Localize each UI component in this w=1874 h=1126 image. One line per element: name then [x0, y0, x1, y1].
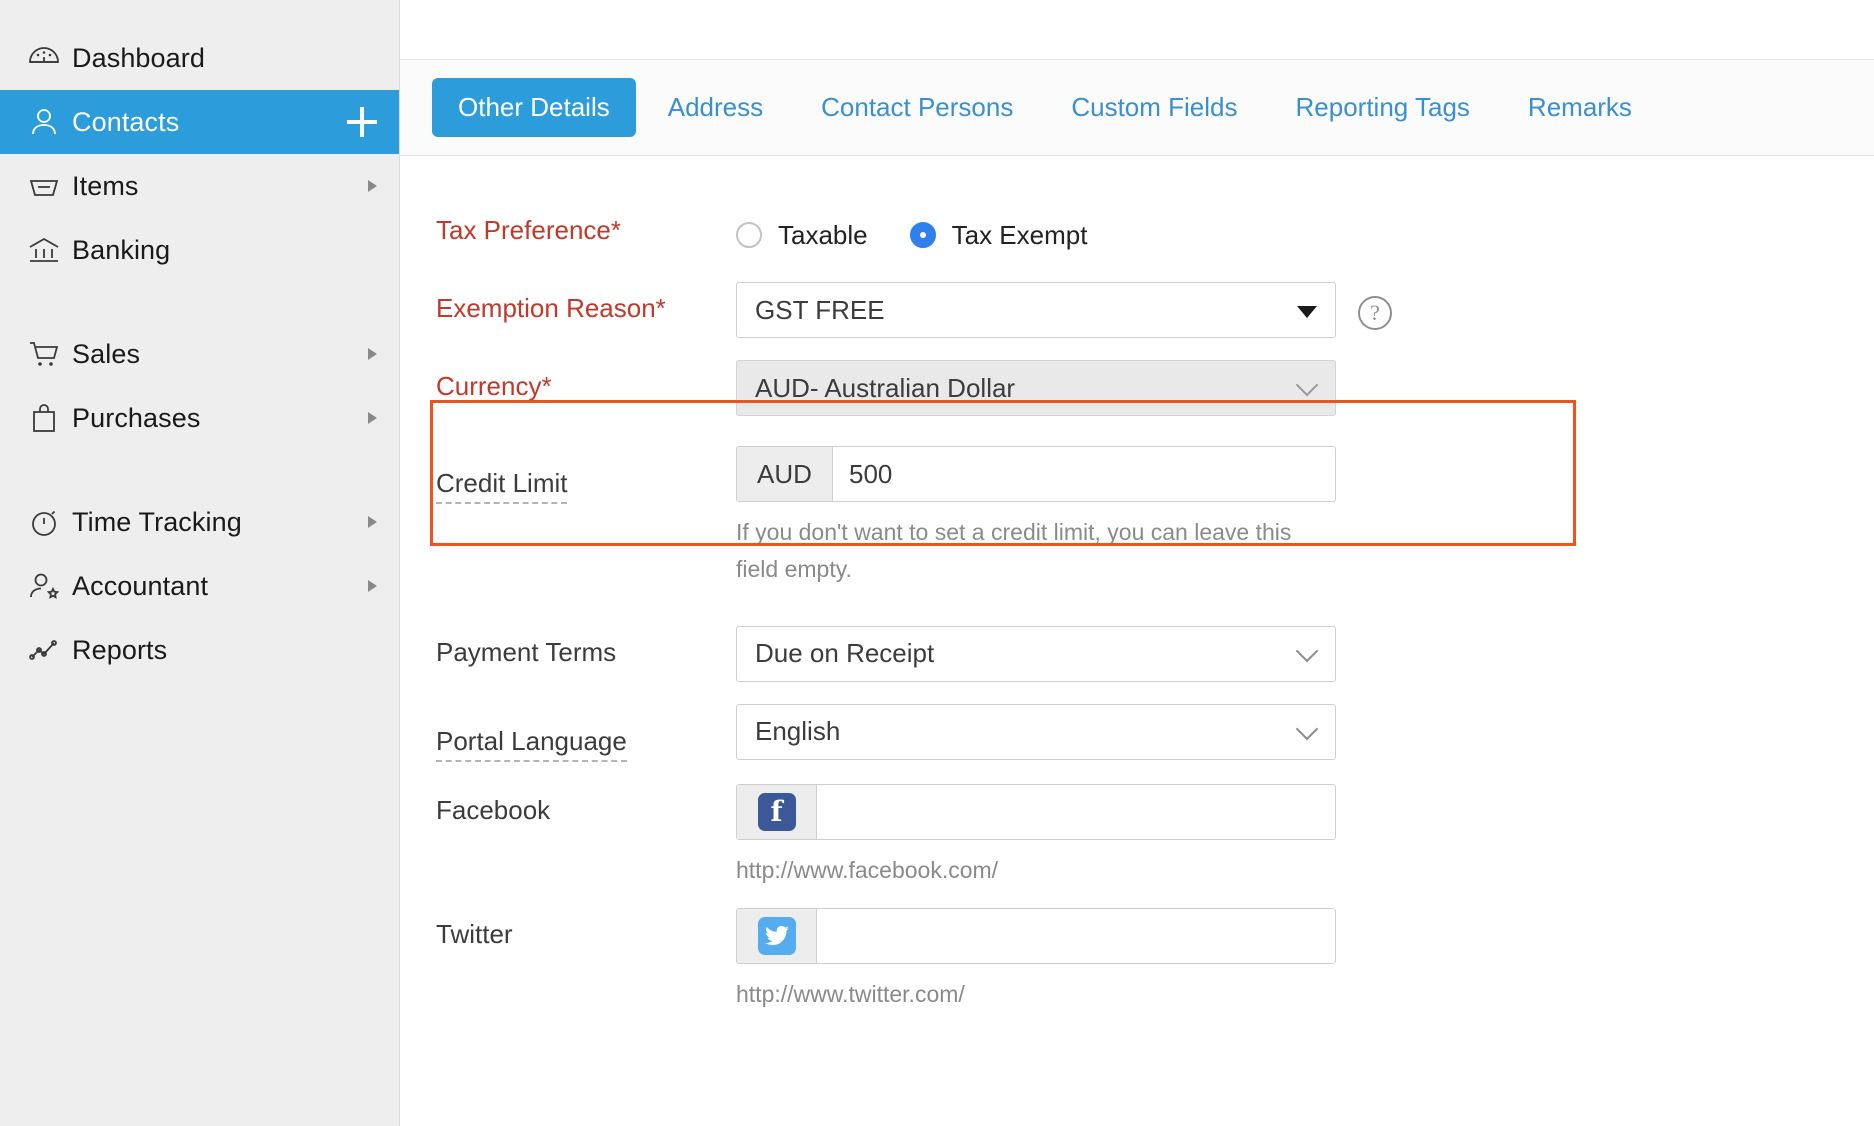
chevron-down-icon: [1296, 639, 1319, 662]
tab-remarks[interactable]: Remarks: [1502, 78, 1658, 137]
radio-taxable-label: Taxable: [778, 220, 868, 251]
sidebar-item-accountant[interactable]: Accountant: [0, 554, 399, 618]
payment-terms-select[interactable]: Due on Receipt: [736, 626, 1336, 682]
portal-language-label-wrap: Portal Language: [436, 704, 736, 762]
tab-address[interactable]: Address: [642, 78, 789, 137]
field-row-twitter: Twitter http://www.twitter.com/: [400, 908, 1874, 1013]
sidebar-item-label: Reports: [72, 635, 167, 666]
tab-reporting-tags[interactable]: Reporting Tags: [1270, 78, 1496, 137]
tab-contact-persons[interactable]: Contact Persons: [795, 78, 1039, 137]
facebook-icon: f: [758, 793, 796, 831]
sidebar-item-items[interactable]: Items: [0, 154, 399, 218]
credit-limit-currency-addon: AUD: [737, 447, 833, 501]
sidebar-divider: [0, 450, 399, 490]
sidebar: Dashboard Contacts Items: [0, 0, 400, 1126]
currency-label: Currency*: [436, 360, 736, 402]
app-root: Dashboard Contacts Items: [0, 0, 1874, 1126]
field-row-facebook: Facebook f http://www.facebook.com/: [400, 784, 1874, 889]
portal-language-label: Portal Language: [436, 715, 627, 762]
tab-custom-fields[interactable]: Custom Fields: [1045, 78, 1263, 137]
sidebar-item-contacts[interactable]: Contacts: [0, 90, 399, 154]
sidebar-item-sales[interactable]: Sales: [0, 322, 399, 386]
sidebar-item-dashboard[interactable]: Dashboard: [0, 26, 399, 90]
twitter-addon: [737, 909, 817, 963]
facebook-input[interactable]: [817, 785, 1335, 839]
chevron-right-icon: [368, 180, 377, 192]
sidebar-item-purchases[interactable]: Purchases: [0, 386, 399, 450]
sidebar-divider: [0, 282, 399, 322]
exemption-reason-select[interactable]: GST FREE: [736, 282, 1336, 338]
credit-limit-label-wrap: Credit Limit: [436, 446, 736, 504]
field-row-currency: Currency* AUD- Australian Dollar: [400, 360, 1874, 416]
currency-select: AUD- Australian Dollar: [736, 360, 1336, 416]
payment-terms-label: Payment Terms: [436, 626, 736, 668]
radio-tax-exempt-label: Tax Exempt: [952, 220, 1088, 251]
tax-preference-label: Tax Preference*: [436, 204, 736, 246]
chevron-down-icon: [1296, 717, 1319, 740]
credit-limit-input[interactable]: [833, 447, 1335, 501]
accountant-icon: [26, 568, 72, 604]
exemption-reason-label: Exemption Reason*: [436, 282, 736, 324]
header-strip: [400, 0, 1874, 60]
twitter-icon: [758, 917, 796, 955]
tab-other-details[interactable]: Other Details: [432, 78, 636, 137]
sidebar-item-label: Banking: [72, 235, 170, 266]
sidebar-item-time-tracking[interactable]: Time Tracking: [0, 490, 399, 554]
field-row-exemption-reason: Exemption Reason* GST FREE ?: [400, 282, 1874, 338]
items-basket-icon: [26, 168, 72, 204]
sidebar-item-label: Sales: [72, 339, 140, 370]
radio-taxable[interactable]: [736, 222, 762, 248]
chevron-right-icon: [368, 348, 377, 360]
portal-language-select[interactable]: English: [736, 704, 1336, 760]
sidebar-item-banking[interactable]: Banking: [0, 218, 399, 282]
credit-limit-label: Credit Limit: [436, 457, 567, 504]
tab-bar: Other Details Address Contact Persons Cu…: [400, 60, 1874, 156]
sidebar-item-label: Items: [72, 171, 139, 202]
sidebar-item-label: Accountant: [72, 571, 208, 602]
field-row-portal-language: Portal Language English: [400, 704, 1874, 762]
sidebar-item-label: Contacts: [72, 107, 179, 138]
twitter-hint: http://www.twitter.com/: [736, 976, 1336, 1013]
chevron-down-icon: [1296, 374, 1319, 397]
reports-chart-icon: [26, 632, 72, 668]
sidebar-item-label: Purchases: [72, 403, 200, 434]
facebook-hint: http://www.facebook.com/: [736, 852, 1336, 889]
sidebar-item-label: Dashboard: [72, 43, 205, 74]
portal-language-value: English: [755, 716, 840, 747]
timer-icon: [26, 504, 72, 540]
bag-icon: [26, 400, 72, 436]
field-row-tax-preference: Tax Preference* Taxable Tax Exempt: [400, 204, 1874, 260]
sidebar-item-label: Time Tracking: [72, 507, 242, 538]
cart-icon: [26, 336, 72, 372]
chevron-right-icon: [368, 516, 377, 528]
dashboard-icon: [26, 40, 72, 76]
twitter-label: Twitter: [436, 908, 736, 950]
currency-value: AUD- Australian Dollar: [755, 373, 1015, 404]
twitter-input[interactable]: [817, 909, 1335, 963]
credit-limit-input-group[interactable]: AUD: [736, 446, 1336, 502]
field-row-payment-terms: Payment Terms Due on Receipt: [400, 626, 1874, 682]
bank-icon: [26, 232, 72, 268]
chevron-down-icon: [1297, 306, 1317, 318]
twitter-input-group[interactable]: [736, 908, 1336, 964]
facebook-input-group[interactable]: f: [736, 784, 1336, 840]
contacts-icon: [26, 104, 72, 140]
chevron-right-icon: [368, 412, 377, 424]
exemption-reason-value: GST FREE: [755, 295, 885, 326]
exemption-reason-help-icon[interactable]: ?: [1358, 296, 1392, 330]
add-contact-icon[interactable]: [347, 107, 377, 137]
tax-preference-radio-group: Taxable Tax Exempt: [736, 204, 1336, 260]
field-row-credit-limit: Credit Limit AUD If you don't want to se…: [400, 446, 1874, 588]
chevron-right-icon: [368, 580, 377, 592]
credit-limit-hint: If you don't want to set a credit limit,…: [736, 514, 1336, 588]
payment-terms-value: Due on Receipt: [755, 638, 934, 669]
sidebar-item-reports[interactable]: Reports: [0, 618, 399, 682]
other-details-form: Tax Preference* Taxable Tax Exempt Exemp…: [400, 156, 1874, 1126]
main-panel: Other Details Address Contact Persons Cu…: [400, 0, 1874, 1126]
radio-tax-exempt[interactable]: [910, 222, 936, 248]
facebook-addon: f: [737, 785, 817, 839]
facebook-label: Facebook: [436, 784, 736, 826]
